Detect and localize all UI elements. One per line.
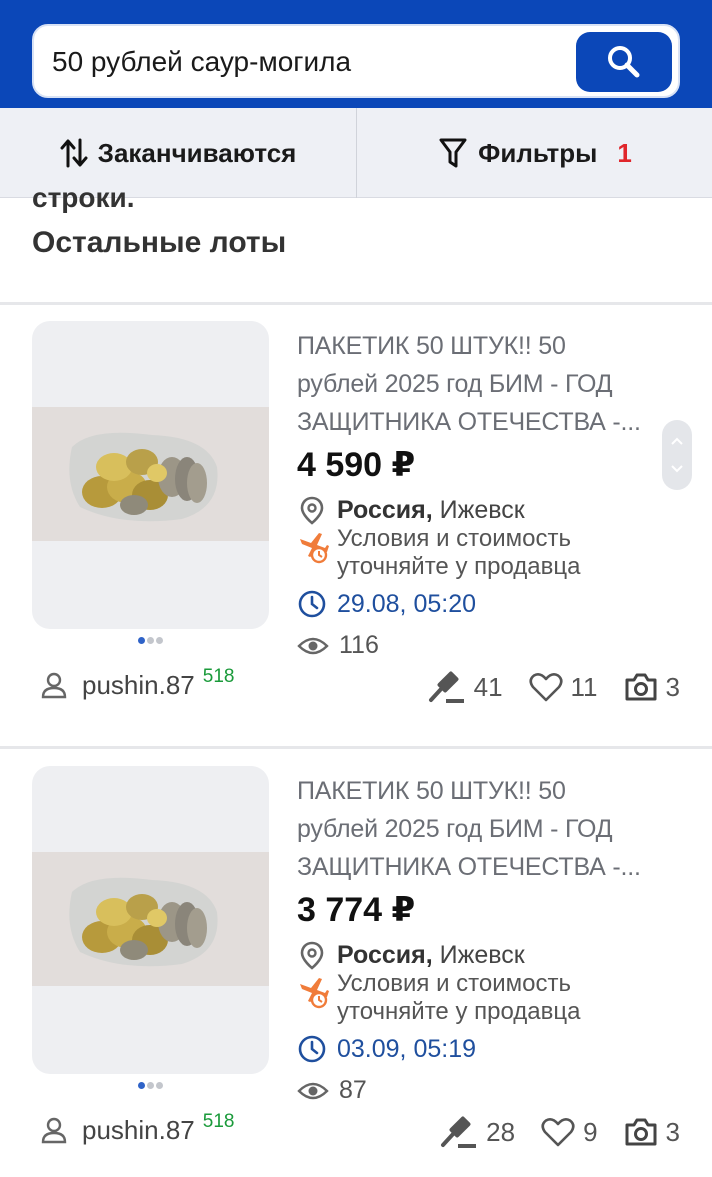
views-count: 87 [339, 1076, 367, 1104]
favorites-count: 9 [583, 1116, 598, 1147]
shipping-text: Условия и стоимость [337, 525, 571, 552]
seller-link[interactable]: pushin.87 518 [38, 1111, 235, 1146]
auction-hammer-icon [441, 1116, 477, 1148]
lot-image[interactable] [32, 766, 269, 1074]
bids-count: 41 [473, 671, 503, 702]
eye-icon [297, 637, 329, 654]
lot-title[interactable]: ПАКЕТИК 50 ШТУК!! 50 рублей 2025 год БИМ… [297, 327, 672, 441]
lot-title-line: ПАКЕТИК 50 ШТУК!! 50 [297, 332, 566, 360]
chevron-up-down-icon [671, 437, 683, 473]
sort-button[interactable]: Заканчиваются [0, 108, 357, 198]
bids-stat: 28 [440, 1114, 515, 1150]
shipping-plane-clock-icon [300, 978, 329, 1009]
bids-count: 28 [486, 1116, 516, 1147]
photos-count: 3 [665, 671, 680, 702]
clock-icon [298, 1035, 326, 1063]
end-time-text: 03.09, 05:19 [337, 1034, 477, 1063]
camera-icon [625, 673, 657, 701]
photos-stat: 3 [624, 672, 680, 703]
lot-views: 87 [297, 1076, 367, 1105]
top-bar [0, 0, 712, 108]
lot-card[interactable]: ПАКЕТИК 50 ШТУК!! 50 рублей 2025 год БИМ… [0, 303, 712, 748]
lot-price: 4 590 ₽ [297, 446, 416, 484]
lot-title-line: ПАКЕТИК 50 ШТУК!! 50 [297, 777, 566, 805]
sort-arrows-icon [60, 138, 88, 168]
lot-city: Ижевск [439, 495, 525, 524]
sort-filter-toolbar: Заканчиваются Фильтры 1 [0, 108, 712, 198]
user-icon [41, 672, 67, 699]
search-box [32, 24, 680, 98]
seller-rating: 518 [202, 1111, 235, 1132]
search-input[interactable] [52, 44, 572, 80]
lot-title-line: рублей 2025 год БИМ - ГОД [297, 815, 613, 843]
lot-end-time: 29.08, 05:20 [297, 589, 476, 619]
lot-end-time: 03.09, 05:19 [297, 1034, 476, 1064]
image-pager-dots [138, 1082, 163, 1089]
lot-stats: 28 9 3 [414, 1114, 680, 1150]
search-button[interactable] [576, 32, 672, 92]
seller-link[interactable]: pushin.87 518 [38, 666, 235, 701]
lot-title-line: ЗАЩИТНИКА ОТЕЧЕСТВА -... [297, 408, 641, 436]
views-count: 116 [339, 631, 379, 659]
lot-title-line: ЗАЩИТНИКА ОТЕЧЕСТВА -... [297, 853, 641, 881]
auction-hammer-icon [428, 671, 464, 703]
lot-shipping: Условия и стоимость уточняйте у продавца [297, 525, 677, 581]
filter-funnel-icon [439, 138, 467, 168]
sort-label: Заканчиваются [97, 137, 297, 168]
fast-scroll-handle[interactable] [662, 420, 692, 490]
lot-card[interactable]: ПАКЕТИК 50 ШТУК!! 50 рублей 2025 год БИМ… [0, 748, 712, 1177]
end-time-text: 29.08, 05:20 [337, 589, 477, 618]
lot-location: Россия, Ижевск [297, 940, 525, 970]
lot-stats: 41 11 3 [402, 669, 680, 705]
favorite-button[interactable]: 9 [541, 1116, 598, 1148]
lot-country: Россия, [337, 940, 433, 969]
eye-icon [297, 1082, 329, 1099]
favorites-count: 11 [570, 671, 598, 702]
lot-title-line: рублей 2025 год БИМ - ГОД [297, 370, 613, 398]
location-pin-icon [300, 496, 324, 525]
lot-title[interactable]: ПАКЕТИК 50 ШТУК!! 50 рублей 2025 год БИМ… [297, 772, 672, 886]
lot-image[interactable] [32, 321, 269, 629]
shipping-text: Условия и стоимость [337, 970, 571, 997]
seller-name: pushin.87 [82, 1114, 195, 1145]
location-pin-icon [300, 941, 324, 970]
filter-count-badge: 1 [617, 137, 632, 168]
bids-stat: 41 [428, 669, 503, 705]
lot-shipping: Условия и стоимость уточняйте у продавца [297, 970, 677, 1026]
heart-icon [528, 673, 563, 702]
lot-views: 116 [297, 631, 379, 660]
seller-name: pushin.87 [82, 669, 195, 700]
section-title: Остальные лоты [32, 226, 287, 259]
camera-icon [625, 1118, 657, 1146]
shipping-text: уточняйте у продавца [337, 998, 581, 1025]
image-pager-dots [138, 637, 163, 644]
coin-bag-photo [32, 852, 269, 986]
lot-city: Ижевск [439, 940, 525, 969]
lot-price: 3 774 ₽ [297, 891, 416, 929]
lot-country: Россия, [337, 495, 433, 524]
coin-bag-photo [32, 407, 269, 541]
shipping-plane-clock-icon [300, 533, 329, 564]
heart-icon [541, 1118, 575, 1147]
lot-location: Россия, Ижевск [297, 495, 525, 525]
favorite-button[interactable]: 11 [528, 671, 598, 703]
search-icon [608, 46, 640, 78]
photos-stat: 3 [624, 1117, 680, 1148]
shipping-text: уточняйте у продавца [337, 553, 581, 580]
filter-label: Фильтры [478, 137, 598, 168]
filter-button[interactable]: Фильтры 1 [358, 108, 712, 198]
seller-rating: 518 [202, 666, 235, 687]
user-icon [41, 1117, 67, 1144]
clock-icon [298, 590, 326, 618]
photos-count: 3 [665, 1116, 680, 1147]
